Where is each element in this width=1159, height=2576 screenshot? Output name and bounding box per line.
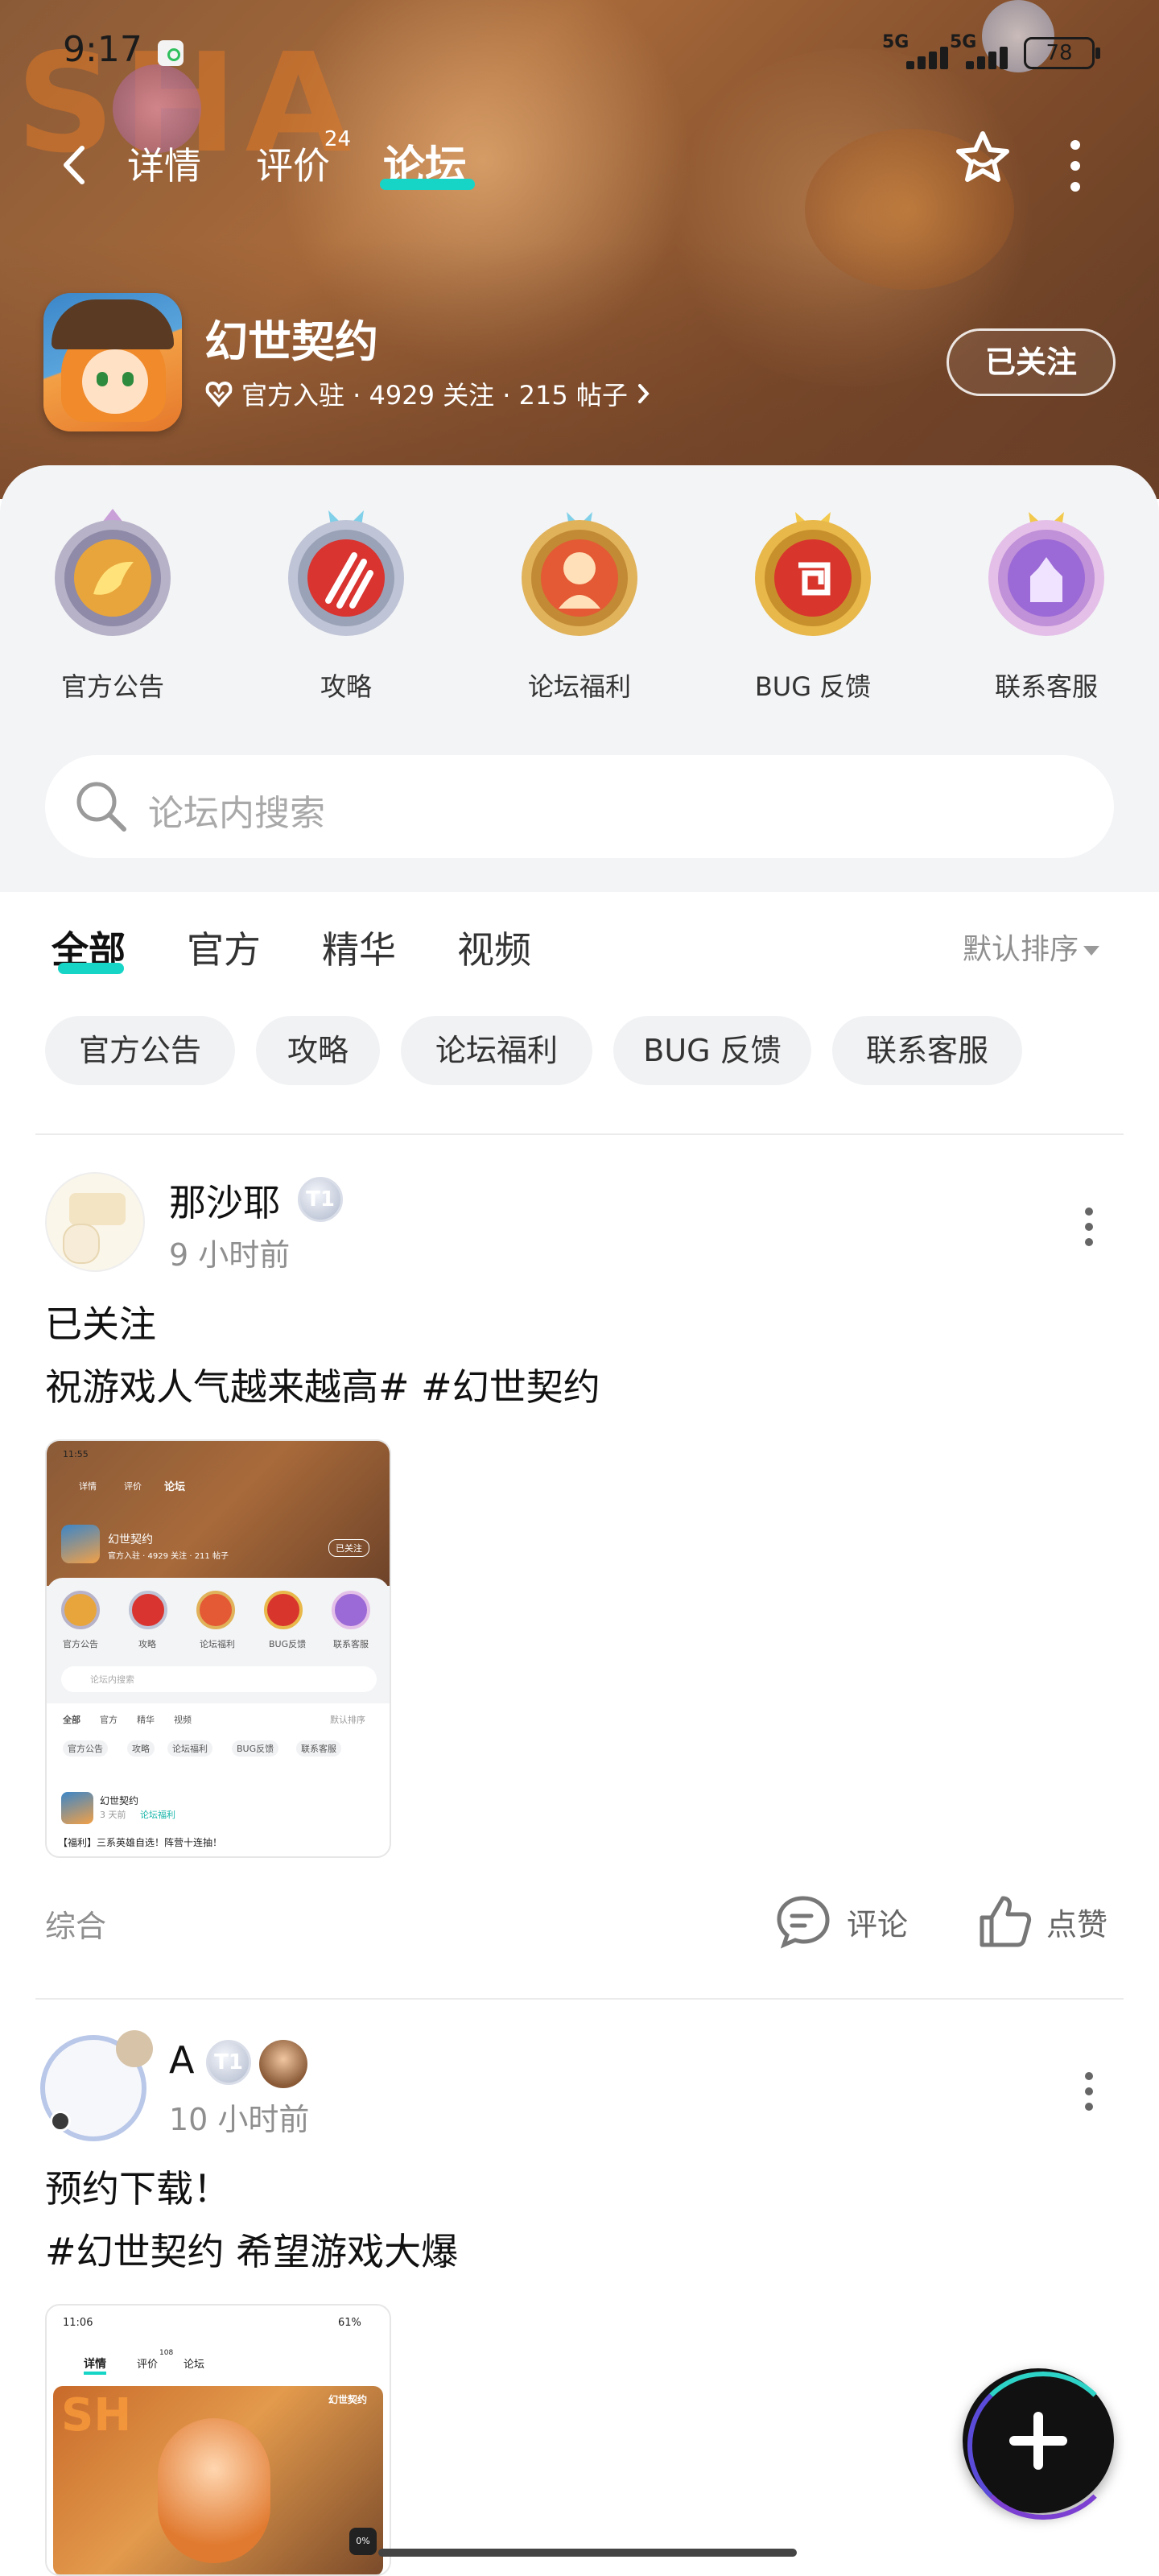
follow-button[interactable]: 已关注 (947, 328, 1116, 396)
search-icon (76, 782, 126, 832)
reviews-count: 24 (324, 127, 351, 151)
feed-tab-official[interactable]: 官方 (187, 921, 261, 974)
character-badge-icon (259, 2040, 307, 2088)
spiral-badge-icon (755, 512, 871, 636)
category-customer-service[interactable]: 联系客服 (966, 504, 1127, 704)
castle-badge-icon (988, 512, 1104, 636)
comment-button[interactable]: 评论 (774, 1893, 908, 1950)
banana-badge-icon (55, 509, 171, 636)
game-title: 幻世契约 (204, 316, 378, 367)
forum-search-bar[interactable]: 论坛内搜索 (45, 755, 1114, 858)
back-arrow-icon[interactable] (58, 145, 90, 185)
category-guides[interactable]: 攻略 (266, 504, 427, 704)
chip-forum-benefits[interactable]: 论坛福利 (401, 1016, 592, 1085)
comment-icon (777, 1896, 830, 1949)
like-button[interactable]: 点赞 (977, 1893, 1107, 1950)
feed-tab-indicator (58, 963, 124, 974)
post-text-line-2: #幻世契约 希望游戏大爆 (45, 2230, 459, 2273)
signal-icon-2 (950, 39, 1019, 69)
feed-tab-video[interactable]: 视频 (457, 921, 531, 974)
verified-heart-icon (205, 381, 233, 408)
chevron-right-icon (637, 384, 650, 403)
home-indicator[interactable] (378, 2549, 797, 2557)
chip-official-announcements[interactable]: 官方公告 (45, 1016, 235, 1085)
character-badge-icon (522, 512, 637, 636)
post-category[interactable]: 综合 (45, 1901, 106, 1946)
sort-dropdown[interactable]: 默认排序 (963, 926, 1100, 968)
category-label: 论坛福利 (527, 671, 631, 702)
favorite-star-icon[interactable] (955, 129, 1011, 185)
level-badge: T1 (298, 1177, 343, 1222)
search-placeholder: 论坛内搜索 (148, 793, 325, 834)
sort-label: 默认排序 (963, 933, 1079, 966)
status-time: 9:17 (63, 29, 142, 70)
status-bar: 9:17 5G 5G 78 (0, 24, 1159, 80)
comment-label: 评论 (847, 1906, 909, 1942)
more-options-icon[interactable] (1066, 135, 1085, 192)
game-icon (43, 293, 182, 431)
post-divider (35, 1998, 1124, 2000)
tab-reviews-label: 评价 (256, 144, 330, 188)
post-image[interactable]: 11:55 详情 评价 论坛 幻世契约 官方入驻 · 4929 关注 · 211… (45, 1439, 391, 1858)
chip-bug-report[interactable]: BUG 反馈 (613, 1016, 811, 1085)
chip-guides[interactable]: 攻略 (256, 1016, 380, 1085)
active-tab-indicator (380, 179, 475, 190)
category-label: 官方公告 (60, 671, 164, 702)
post-username[interactable]: 那沙耶 (169, 1174, 280, 1227)
thumbs-up-icon (980, 1896, 1032, 1947)
level-badge: T1 (206, 2040, 251, 2085)
tab-reviews[interactable]: 评价 24 (256, 127, 351, 190)
avatar[interactable] (45, 1172, 145, 1272)
post-more-icon[interactable] (1083, 2072, 1095, 2120)
notification-icon (158, 40, 184, 66)
create-post-button[interactable] (963, 2368, 1119, 2520)
feed-divider (35, 1133, 1124, 1135)
category-forum-benefits[interactable]: 论坛福利 (499, 504, 660, 704)
claw-badge-icon (288, 510, 404, 636)
post-text-line-1: 预约下载！ (45, 2167, 230, 2211)
category-label: 联系客服 (994, 671, 1098, 702)
category-label: BUG 反馈 (754, 671, 872, 702)
post-time: 10 小时前 (169, 2102, 310, 2137)
post-more-icon[interactable] (1083, 1208, 1095, 1256)
avatar[interactable] (35, 2030, 156, 2143)
post-username[interactable]: A (169, 2038, 194, 2082)
post-text-line-2: 祝游戏人气越来越高# #幻世契约 (45, 1365, 600, 1409)
feed-tab-featured[interactable]: 精华 (322, 921, 396, 974)
category-label: 攻略 (320, 671, 372, 702)
battery-indicator: 78 (1024, 37, 1100, 69)
game-meta-text: 官方入驻 · 4929 关注 · 215 帖子 (241, 380, 628, 411)
game-meta[interactable]: 官方入驻 · 4929 关注 · 215 帖子 (204, 375, 652, 412)
tab-details[interactable]: 详情 (127, 137, 201, 190)
triangle-down-icon (1083, 946, 1100, 956)
category-bug-report[interactable]: BUG 反馈 (732, 504, 893, 704)
chip-customer-service[interactable]: 联系客服 (832, 1016, 1022, 1085)
post-time: 9 小时前 (169, 1237, 291, 1273)
post-text-line-1: 已关注 (45, 1302, 156, 1346)
post-image[interactable]: 11:06 61% 详情 评价 108 论坛 SH 幻世契约 0% (45, 2304, 391, 2576)
category-official-announcements[interactable]: 官方公告 (32, 504, 193, 704)
like-label: 点赞 (1046, 1906, 1108, 1942)
signal-icon-1 (882, 39, 951, 69)
